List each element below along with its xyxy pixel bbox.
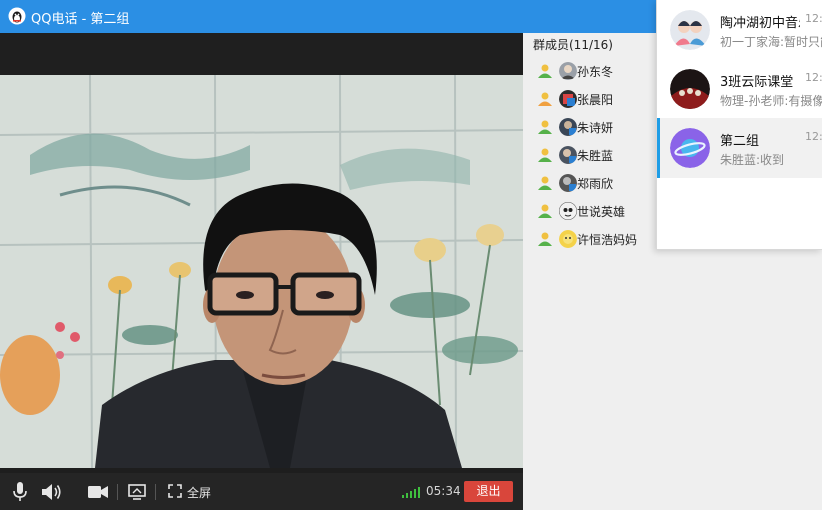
avatar [559, 62, 577, 80]
avatar [559, 230, 577, 248]
call-controls-bar: 全屏 05:34 退出 [0, 473, 523, 510]
video-top-band [0, 33, 523, 75]
speaker-icon[interactable] [41, 482, 63, 502]
call-timer: 05:34 [426, 484, 461, 498]
member-name: 朱诗妍 [577, 121, 614, 135]
conversation-time: 12: [805, 71, 822, 84]
qq-penguin-icon [8, 7, 26, 25]
member-item[interactable]: 世说英雄 [537, 200, 657, 222]
person-icon [538, 232, 552, 246]
avatar [559, 202, 577, 220]
conversation-name: 第二组 [720, 134, 760, 149]
person-icon [538, 92, 552, 106]
member-item[interactable]: 张晨阳 [537, 88, 657, 110]
members-title: 群成员(11/16) [533, 38, 613, 52]
member-name: 张晨阳 [577, 93, 614, 107]
person-icon [538, 64, 552, 78]
conversation-item[interactable]: 第二组 12: 朱胜蓝:收到 [657, 118, 822, 178]
video-area [0, 33, 523, 510]
member-name: 朱胜蓝 [577, 149, 614, 163]
conversation-time: 12: [805, 12, 822, 25]
exit-button[interactable]: 退出 [464, 481, 513, 502]
conversation-preview: 初一丁家海:暂时只能 [720, 35, 822, 49]
window-title: QQ电话 - 第二组 [31, 12, 130, 27]
member-item[interactable]: 郑雨欣 [537, 172, 657, 194]
conversation-item[interactable]: 3班云际课堂 12: 物理-孙老师:有摄像头 [657, 59, 822, 119]
conversation-time: 12: [805, 130, 822, 143]
microphone-icon[interactable] [13, 482, 27, 502]
avatar [559, 174, 577, 192]
fullscreen-label[interactable]: 全屏 [187, 484, 211, 501]
planet-avatar-icon [670, 128, 710, 168]
member-name: 许恒浩妈妈 [577, 233, 638, 247]
avatar [559, 90, 577, 108]
avatar [559, 146, 577, 164]
avatar [670, 10, 710, 50]
video-camera-icon[interactable] [88, 485, 108, 499]
member-item[interactable]: 朱诗妍 [537, 116, 657, 138]
conversation-item[interactable]: 陶冲湖初中音乐 12: 初一丁家海:暂时只能 [657, 0, 822, 60]
video-frame [0, 75, 523, 468]
member-item[interactable]: 许恒浩妈妈 [537, 228, 657, 250]
conversation-name: 3班云际课堂 [720, 75, 794, 90]
member-item[interactable]: 朱胜蓝 [537, 144, 657, 166]
person-icon [538, 204, 552, 218]
member-name: 孙东冬 [577, 65, 614, 79]
person-icon [538, 176, 552, 190]
conversation-name: 陶冲湖初中音乐 [720, 16, 800, 31]
divider [155, 484, 156, 500]
member-name: 郑雨欣 [577, 177, 614, 191]
avatar [670, 69, 710, 109]
signal-strength-icon [402, 487, 420, 498]
screen-share-icon[interactable] [128, 484, 146, 500]
person-icon [538, 120, 552, 134]
divider [117, 484, 118, 500]
member-name: 世说英雄 [577, 205, 626, 219]
conversation-preview: 朱胜蓝:收到 [720, 153, 785, 167]
fullscreen-icon[interactable] [168, 484, 182, 498]
person-icon [538, 148, 552, 162]
conversation-preview: 物理-孙老师:有摄像头 [720, 94, 822, 108]
member-item[interactable]: 孙东冬 [537, 60, 657, 82]
avatar [559, 118, 577, 136]
recent-chats-popup: 陶冲湖初中音乐 12: 初一丁家海:暂时只能 3班云际课堂 12: 物理-孙老师… [656, 0, 822, 250]
